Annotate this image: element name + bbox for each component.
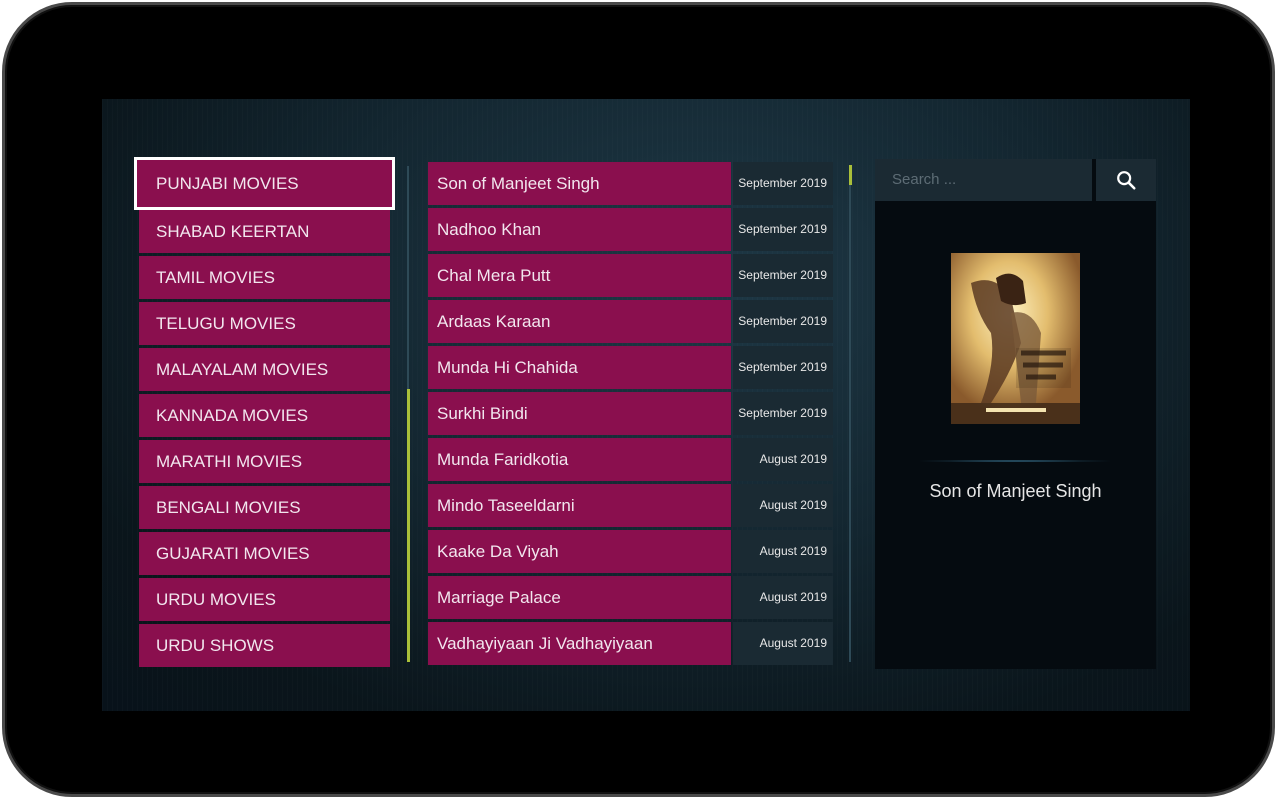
detail-panel: Search ... Son of Manjeet Singh (875, 159, 1156, 669)
category-item[interactable]: TELUGU MOVIES (139, 302, 390, 345)
movie-title: Chal Mera Putt (428, 254, 731, 297)
movie-title: Surkhi Bindi (428, 392, 731, 435)
movie-title: Marriage Palace (428, 576, 731, 619)
app-screen: PUNJABI MOVIES SHABAD KEERTAN TAMIL MOVIES… (102, 99, 1190, 711)
movie-date: September 2019 (733, 300, 833, 343)
category-item[interactable]: MARATHI MOVIES (139, 440, 390, 483)
poster-artwork (951, 253, 1080, 424)
movie-row[interactable]: Vadhayiyaan Ji Vadhayiyaan August 2019 (428, 622, 833, 665)
movie-date: August 2019 (733, 438, 833, 481)
category-item[interactable]: MALAYALAM MOVIES (139, 348, 390, 391)
category-item[interactable]: URDU MOVIES (139, 578, 390, 621)
movie-date: September 2019 (733, 162, 833, 205)
divider (915, 460, 1115, 462)
movie-title: Mindo Taseeldarni (428, 484, 731, 527)
movie-title: Nadhoo Khan (428, 208, 731, 251)
category-item[interactable]: PUNJABI MOVIES (134, 157, 395, 210)
movie-date: August 2019 (733, 484, 833, 527)
search-icon (1117, 171, 1136, 190)
movie-row[interactable]: Kaake Da Viyah August 2019 (428, 530, 833, 573)
category-item[interactable]: GUJARATI MOVIES (139, 532, 390, 575)
movie-date: August 2019 (733, 576, 833, 619)
category-item[interactable]: TAMIL MOVIES (139, 256, 390, 299)
movie-date: August 2019 (733, 530, 833, 573)
movie-row[interactable]: Chal Mera Putt September 2019 (428, 254, 833, 297)
movie-title: Ardaas Karaan (428, 300, 731, 343)
movie-row[interactable]: Munda Hi Chahida September 2019 (428, 346, 833, 389)
movie-date: September 2019 (733, 346, 833, 389)
movie-row[interactable]: Munda Faridkotia August 2019 (428, 438, 833, 481)
movie-scroll-thumb[interactable] (848, 165, 852, 185)
movie-date: September 2019 (733, 254, 833, 297)
category-item[interactable]: URDU SHOWS (139, 624, 390, 667)
movie-title: Son of Manjeet Singh (428, 162, 731, 205)
movie-row[interactable]: Surkhi Bindi September 2019 (428, 392, 833, 435)
movie-date: September 2019 (733, 392, 833, 435)
movie-title: Vadhayiyaan Ji Vadhayiyaan (428, 622, 731, 665)
movie-list: Son of Manjeet Singh September 2019 Nadhoo… (428, 162, 833, 668)
movie-title: Munda Hi Chahida (428, 346, 731, 389)
tablet-frame: PUNJABI MOVIES SHABAD KEERTAN TAMIL MOVIES… (2, 2, 1275, 797)
category-item[interactable]: SHABAD KEERTAN (139, 210, 390, 253)
movie-title: Kaake Da Viyah (428, 530, 731, 573)
movie-date: August 2019 (733, 622, 833, 665)
movie-date: September 2019 (733, 208, 833, 251)
movie-title: Munda Faridkotia (428, 438, 731, 481)
movie-scrollbar[interactable] (848, 165, 852, 662)
category-item[interactable]: BENGALI MOVIES (139, 486, 390, 529)
category-list: PUNJABI MOVIES SHABAD KEERTAN TAMIL MOVIES… (134, 157, 395, 670)
category-item[interactable]: KANNADA MOVIES (139, 394, 390, 437)
category-scroll-thumb[interactable] (406, 389, 410, 662)
movie-poster[interactable] (951, 253, 1080, 424)
movie-row[interactable]: Nadhoo Khan September 2019 (428, 208, 833, 251)
search-input[interactable]: Search ... (875, 159, 1092, 201)
movie-row[interactable]: Son of Manjeet Singh September 2019 (428, 162, 833, 205)
movie-row[interactable]: Ardaas Karaan September 2019 (428, 300, 833, 343)
movie-row[interactable]: Mindo Taseeldarni August 2019 (428, 484, 833, 527)
category-scrollbar[interactable] (406, 166, 410, 662)
search-button[interactable] (1096, 159, 1156, 201)
selected-movie-title: Son of Manjeet Singh (929, 481, 1102, 501)
movie-row[interactable]: Marriage Palace August 2019 (428, 576, 833, 619)
